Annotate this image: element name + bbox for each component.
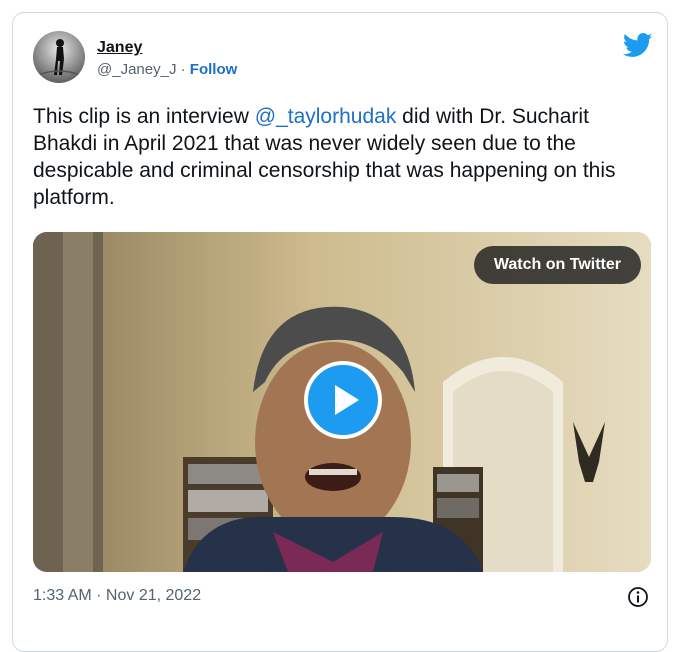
video-player[interactable]: Watch on Twitter: [33, 232, 651, 572]
tweet-text-start: This clip is an interview: [33, 105, 255, 128]
mention-link[interactable]: @_taylorhudak: [255, 105, 397, 128]
author-block: Janey @_Janey_J · Follow: [97, 39, 237, 78]
separator: ·: [180, 61, 186, 78]
watch-on-twitter-button[interactable]: Watch on Twitter: [473, 246, 641, 284]
twitter-bird-icon[interactable]: [623, 33, 653, 58]
author-name[interactable]: Janey: [97, 39, 142, 57]
avatar-silhouette-icon: [37, 39, 81, 76]
tweet-text: This clip is an interview @_taylorhudak …: [33, 103, 648, 211]
play-button[interactable]: [304, 361, 382, 439]
info-icon[interactable]: [627, 586, 649, 608]
avatar[interactable]: [33, 31, 85, 83]
follow-button[interactable]: Follow: [190, 61, 238, 78]
play-icon: [335, 385, 359, 415]
handle-row: @_Janey_J · Follow: [97, 61, 237, 78]
timestamp[interactable]: 1:33 AM · Nov 21, 2022: [33, 587, 201, 605]
author-handle[interactable]: @_Janey_J: [97, 61, 176, 78]
tweet-card: Janey @_Janey_J · Follow This clip is an…: [12, 12, 668, 652]
